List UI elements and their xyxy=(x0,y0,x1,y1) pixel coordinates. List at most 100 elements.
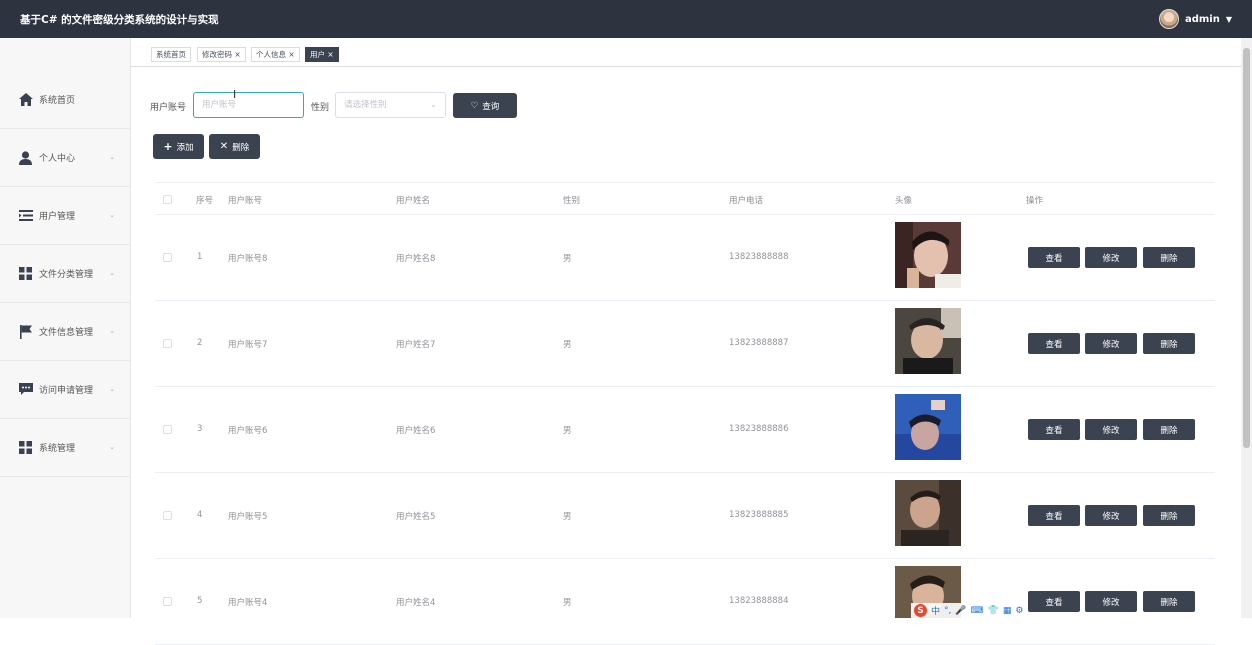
tab-home[interactable]: 系统首页 xyxy=(151,47,191,62)
query-button[interactable]: ♡ 查询 xyxy=(453,93,517,118)
add-button[interactable]: + 添加 xyxy=(153,134,204,159)
sidebar-item-label: 系统管理 xyxy=(39,444,76,454)
row-avatar-image xyxy=(895,308,961,374)
row-avatar-image xyxy=(895,222,961,288)
avatar[interactable] xyxy=(1158,9,1179,29)
row-name: 用户姓名8 xyxy=(396,254,436,264)
delete-button[interactable]: ✕ 删除 xyxy=(209,134,260,159)
sidebar-item-label: 访问申请管理 xyxy=(39,386,94,396)
sidebar-item-file-info[interactable]: 文件信息管理 ⌄ xyxy=(0,303,130,361)
edit-button[interactable]: 修改 xyxy=(1085,333,1137,354)
tab-change-password[interactable]: 修改密码 × xyxy=(197,47,246,62)
view-button[interactable]: 查看 xyxy=(1028,505,1080,526)
settings-icon[interactable]: ⚙ xyxy=(1015,606,1023,616)
username[interactable]: admin xyxy=(1185,14,1220,25)
account-label: 用户账号 xyxy=(150,103,187,113)
edit-button[interactable]: 修改 xyxy=(1085,591,1137,612)
row-gender: 男 xyxy=(563,254,572,264)
header-index: 序号 xyxy=(196,196,214,206)
sidebar-item-file-category[interactable]: 文件分类管理 ⌄ xyxy=(0,245,130,303)
chevron-down-icon: ⌄ xyxy=(109,327,115,335)
header-account: 用户账号 xyxy=(228,196,263,206)
table-row: 5 用户账号4 用户姓名4 男 13823888884 查看 修改 删除 xyxy=(155,559,1215,645)
chevron-down-icon: ⌄ xyxy=(109,153,115,161)
view-button[interactable]: 查看 xyxy=(1028,247,1080,268)
row-name: 用户姓名4 xyxy=(396,598,436,608)
sidebar-item-system[interactable]: 系统管理 ⌄ xyxy=(0,419,130,477)
header-actions: 操作 xyxy=(1026,196,1044,206)
row-index: 5 xyxy=(197,596,203,606)
grid-icon xyxy=(18,266,33,281)
view-button[interactable]: 查看 xyxy=(1028,419,1080,440)
row-name: 用户姓名7 xyxy=(396,340,436,350)
select-all-checkbox[interactable] xyxy=(163,195,172,204)
sidebar-item-home[interactable]: 系统首页 xyxy=(0,71,130,129)
list-indent-icon xyxy=(18,208,33,223)
top-bar: 基于C# 的文件密级分类系统的设计与实现 admin ▼ xyxy=(0,0,1252,38)
vertical-scrollbar[interactable] xyxy=(1241,38,1252,618)
row-checkbox[interactable] xyxy=(163,339,172,348)
sidebar-item-label: 用户管理 xyxy=(39,212,76,222)
scrollbar-thumb[interactable] xyxy=(1243,48,1250,448)
row-gender: 男 xyxy=(563,598,572,608)
row-name: 用户姓名5 xyxy=(396,512,436,522)
sidebar-item-personal[interactable]: 个人中心 ⌄ xyxy=(0,129,130,187)
row-avatar-image xyxy=(895,480,961,546)
table-row: 4 用户账号5 用户姓名5 男 13823888885 查看 修改 删除 xyxy=(155,473,1215,559)
row-index: 4 xyxy=(197,510,203,520)
row-phone: 13823888884 xyxy=(729,596,789,606)
table-header: 序号 用户账号 用户姓名 性别 用户电话 头像 操作 xyxy=(155,182,1215,215)
chevron-down-icon: ⌄ xyxy=(109,269,115,277)
table-row: 1 用户账号8 用户姓名8 男 13823888888 查看 修改 删除 xyxy=(155,215,1215,301)
account-search-input[interactable]: 用户账号 xyxy=(193,92,304,118)
row-gender: 男 xyxy=(563,426,572,436)
view-button[interactable]: 查看 xyxy=(1028,591,1080,612)
header-name: 用户姓名 xyxy=(396,196,431,206)
punctuation-icon[interactable]: °, xyxy=(944,606,951,616)
grid-icon xyxy=(18,440,33,455)
row-gender: 男 xyxy=(563,340,572,350)
home-icon xyxy=(18,92,33,107)
row-checkbox[interactable] xyxy=(163,425,172,434)
delete-row-button[interactable]: 删除 xyxy=(1143,333,1195,354)
chevron-down-icon: ⌄ xyxy=(429,100,437,110)
delete-row-button[interactable]: 删除 xyxy=(1143,591,1195,612)
account-placeholder: 用户账号 xyxy=(202,100,237,110)
heart-icon: ♡ xyxy=(470,100,479,111)
user-menu[interactable]: admin ▼ xyxy=(1158,8,1232,30)
row-phone: 13823888885 xyxy=(729,510,789,520)
row-checkbox[interactable] xyxy=(163,511,172,520)
sogou-logo-icon[interactable]: S xyxy=(914,604,927,617)
microphone-icon[interactable]: 🎤 xyxy=(955,606,966,616)
row-checkbox[interactable] xyxy=(163,253,172,262)
edit-button[interactable]: 修改 xyxy=(1085,419,1137,440)
sidebar-item-access-request[interactable]: 访问申请管理 ⌄ xyxy=(0,361,130,419)
view-button[interactable]: 查看 xyxy=(1028,333,1080,354)
row-account: 用户账号8 xyxy=(228,254,268,264)
caret-down-icon[interactable]: ▼ xyxy=(1226,15,1232,24)
row-account: 用户账号5 xyxy=(228,512,268,522)
skin-icon[interactable]: 👕 xyxy=(988,606,999,616)
edit-button[interactable]: 修改 xyxy=(1085,505,1137,526)
sidebar-item-label: 系统首页 xyxy=(39,96,76,106)
edit-button[interactable]: 修改 xyxy=(1085,247,1137,268)
row-gender: 男 xyxy=(563,512,572,522)
tab-personal-info[interactable]: 个人信息 × xyxy=(251,47,300,62)
keyboard-icon[interactable]: ⌨ xyxy=(971,606,984,616)
tab-users[interactable]: 用户 × xyxy=(305,47,339,62)
flag-icon xyxy=(18,324,33,339)
close-icon: ✕ xyxy=(219,141,229,152)
sidebar-item-users[interactable]: 用户管理 ⌄ xyxy=(0,187,130,245)
ime-toolbar[interactable]: S 中 °, 🎤 ⌨ 👕 ▦ ⚙ xyxy=(911,603,1027,618)
row-name: 用户姓名6 xyxy=(396,426,436,436)
toolbox-icon[interactable]: ▦ xyxy=(1003,606,1012,616)
chevron-down-icon: ⌄ xyxy=(109,211,115,219)
row-index: 2 xyxy=(197,338,203,348)
delete-row-button[interactable]: 删除 xyxy=(1143,419,1195,440)
row-index: 3 xyxy=(197,424,203,434)
delete-row-button[interactable]: 删除 xyxy=(1143,505,1195,526)
row-checkbox[interactable] xyxy=(163,597,172,606)
ime-mode[interactable]: 中 xyxy=(931,604,940,617)
gender-select[interactable]: 请选择性别 ⌄ xyxy=(335,92,446,118)
delete-row-button[interactable]: 删除 xyxy=(1143,247,1195,268)
